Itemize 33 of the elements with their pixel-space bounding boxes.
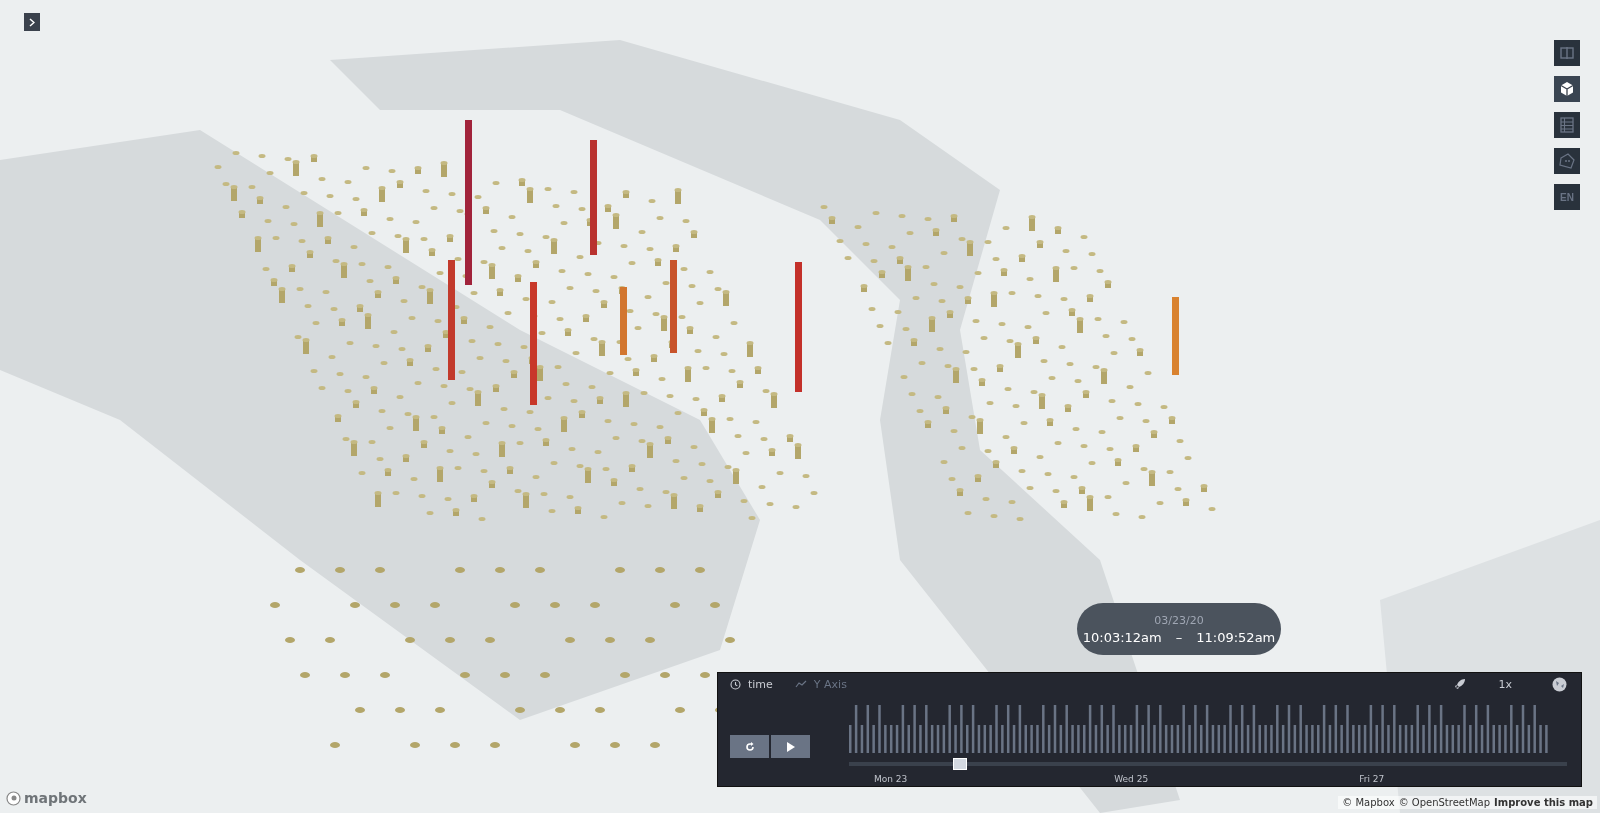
expand-sidebar-button[interactable] bbox=[24, 13, 40, 31]
map-drawing[interactable] bbox=[0, 0, 1600, 813]
cube-icon bbox=[1559, 81, 1575, 97]
attribution-link[interactable]: © Mapbox bbox=[1342, 797, 1395, 808]
reset-icon bbox=[744, 741, 755, 752]
play-button[interactable] bbox=[771, 735, 810, 758]
polygon-icon bbox=[1558, 152, 1576, 170]
attribution-link[interactable]: © OpenStreetMap bbox=[1398, 797, 1490, 808]
range-separator: – bbox=[1175, 629, 1183, 645]
end-time: 11:09:52am bbox=[1196, 629, 1276, 645]
time-slider-handle[interactable] bbox=[953, 758, 968, 770]
perspective-map-button[interactable] bbox=[1554, 76, 1580, 102]
list-icon bbox=[1560, 117, 1574, 133]
mapbox-logo-icon bbox=[6, 790, 21, 806]
date-tick-label: Wed 25 bbox=[1114, 774, 1149, 784]
speed-label[interactable]: 1x bbox=[1498, 677, 1512, 691]
reset-button[interactable] bbox=[730, 735, 769, 758]
clock-icon bbox=[730, 678, 741, 690]
date-label: 03/23/20 bbox=[1154, 613, 1204, 627]
legend-map-button[interactable] bbox=[1554, 112, 1580, 138]
trend-line-icon bbox=[794, 680, 807, 688]
split-map-icon bbox=[1560, 46, 1574, 60]
chevron-right-icon bbox=[29, 17, 35, 27]
draw-map-button[interactable] bbox=[1554, 148, 1580, 174]
mapbox-logo[interactable]: mapbox bbox=[24, 790, 87, 806]
attribution-link[interactable]: Improve this map bbox=[1494, 797, 1593, 808]
date-tick-label: Fri 27 bbox=[1359, 774, 1385, 784]
start-time: 10:03:12am bbox=[1082, 629, 1162, 645]
rocket-icon[interactable] bbox=[1454, 678, 1467, 690]
play-icon bbox=[786, 741, 795, 752]
globe-icon[interactable] bbox=[1552, 676, 1567, 692]
date-tick-label: Mon 23 bbox=[874, 774, 908, 784]
time-tab[interactable]: time bbox=[730, 677, 773, 691]
